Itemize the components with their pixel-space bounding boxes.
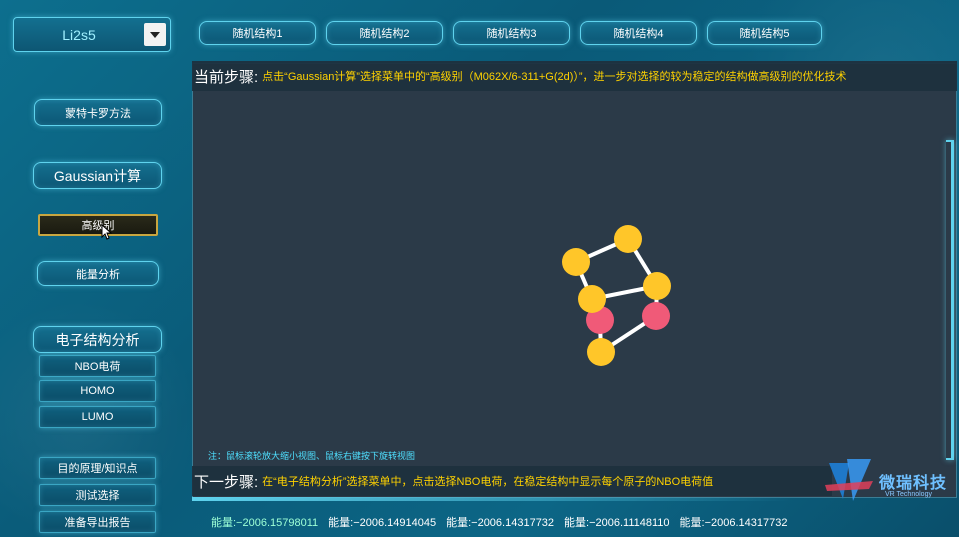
current-step-text: 点击“Gaussian计算”选择菜单中的“高级别（M062X/6-311+G(2… <box>262 71 847 83</box>
frame-decoration <box>192 497 792 501</box>
molecule-viewer[interactable] <box>192 63 957 498</box>
next-step-text: 在“电子结构分析”选择菜单中，点击选择NBO电荷，在稳定结构中显示每个原子的NB… <box>262 476 714 488</box>
model-select[interactable]: Li2s5 <box>13 17 171 52</box>
tab-random-structure-5[interactable]: 随机结构5 <box>707 21 822 45</box>
next-step-label: 下一步骤: <box>194 473 259 491</box>
monte-carlo-button[interactable]: 蒙特卡罗方法 <box>34 99 162 126</box>
purpose-principle-button[interactable]: 目的原理/知识点 <box>39 457 156 479</box>
tab-random-structure-1[interactable]: 随机结构1 <box>199 21 316 45</box>
lumo-button[interactable]: LUMO <box>39 406 156 428</box>
lithium-atom <box>642 302 670 330</box>
logo-icon <box>825 459 873 501</box>
gaussian-menu-button[interactable]: Gaussian计算 <box>33 162 162 189</box>
energy-value-4: 能量:−2006.11148110 <box>564 517 670 529</box>
energy-value-2: 能量:−2006.14914045 <box>328 517 437 529</box>
sulfur-atom <box>614 225 642 253</box>
current-step-bar: 当前步骤: 点击“Gaussian计算”选择菜单中的“高级别（M062X/6-3… <box>192 61 957 91</box>
energy-list: 能量:−2006.15798011 能量:−2006.14914045 能量:−… <box>211 514 788 530</box>
test-select-button[interactable]: 测试选择 <box>39 484 156 506</box>
electronic-structure-menu-button[interactable]: 电子结构分析 <box>33 326 162 353</box>
tab-random-structure-2[interactable]: 随机结构2 <box>326 21 443 45</box>
nbo-charge-button[interactable]: NBO电荷 <box>39 355 156 377</box>
tab-random-structure-4[interactable]: 随机结构4 <box>580 21 697 45</box>
mouse-cursor-icon <box>101 224 113 240</box>
sulfur-atom <box>562 248 590 276</box>
logo-name-cn: 微瑞科技 <box>879 475 948 492</box>
next-step-bar: 下一步骤: 在“电子结构分析”选择菜单中，点击选择NBO电荷，在稳定结构中显示每… <box>192 466 832 496</box>
energy-analysis-button[interactable]: 能量分析 <box>37 261 159 286</box>
chevron-down-icon[interactable] <box>144 23 166 46</box>
energy-value-1: 能量:−2006.15798011 <box>211 517 319 529</box>
viewer-hint: 注：鼠标滚轮放大缩小视图、鼠标右键按下旋转视图 <box>208 451 416 461</box>
high-level-button[interactable]: 高级别 <box>38 214 158 236</box>
energy-value-5: 能量:−2006.14317732 <box>679 517 788 529</box>
logo-name-en: VR Technology <box>885 491 932 498</box>
frame-decoration <box>946 140 954 460</box>
company-logo: 微瑞科技 VR Technology <box>823 455 953 505</box>
molecule-structure <box>562 225 671 366</box>
current-step-label: 当前步骤: <box>194 68 259 86</box>
export-report-button[interactable]: 准备导出报告 <box>39 511 156 533</box>
tab-random-structure-3[interactable]: 随机结构3 <box>453 21 570 45</box>
sulfur-atom <box>578 285 606 313</box>
energy-value-3: 能量:−2006.14317732 <box>446 517 555 529</box>
homo-button[interactable]: HOMO <box>39 380 156 402</box>
model-select-value: Li2s5 <box>62 26 96 43</box>
sulfur-atom <box>587 338 615 366</box>
sulfur-atom <box>643 272 671 300</box>
